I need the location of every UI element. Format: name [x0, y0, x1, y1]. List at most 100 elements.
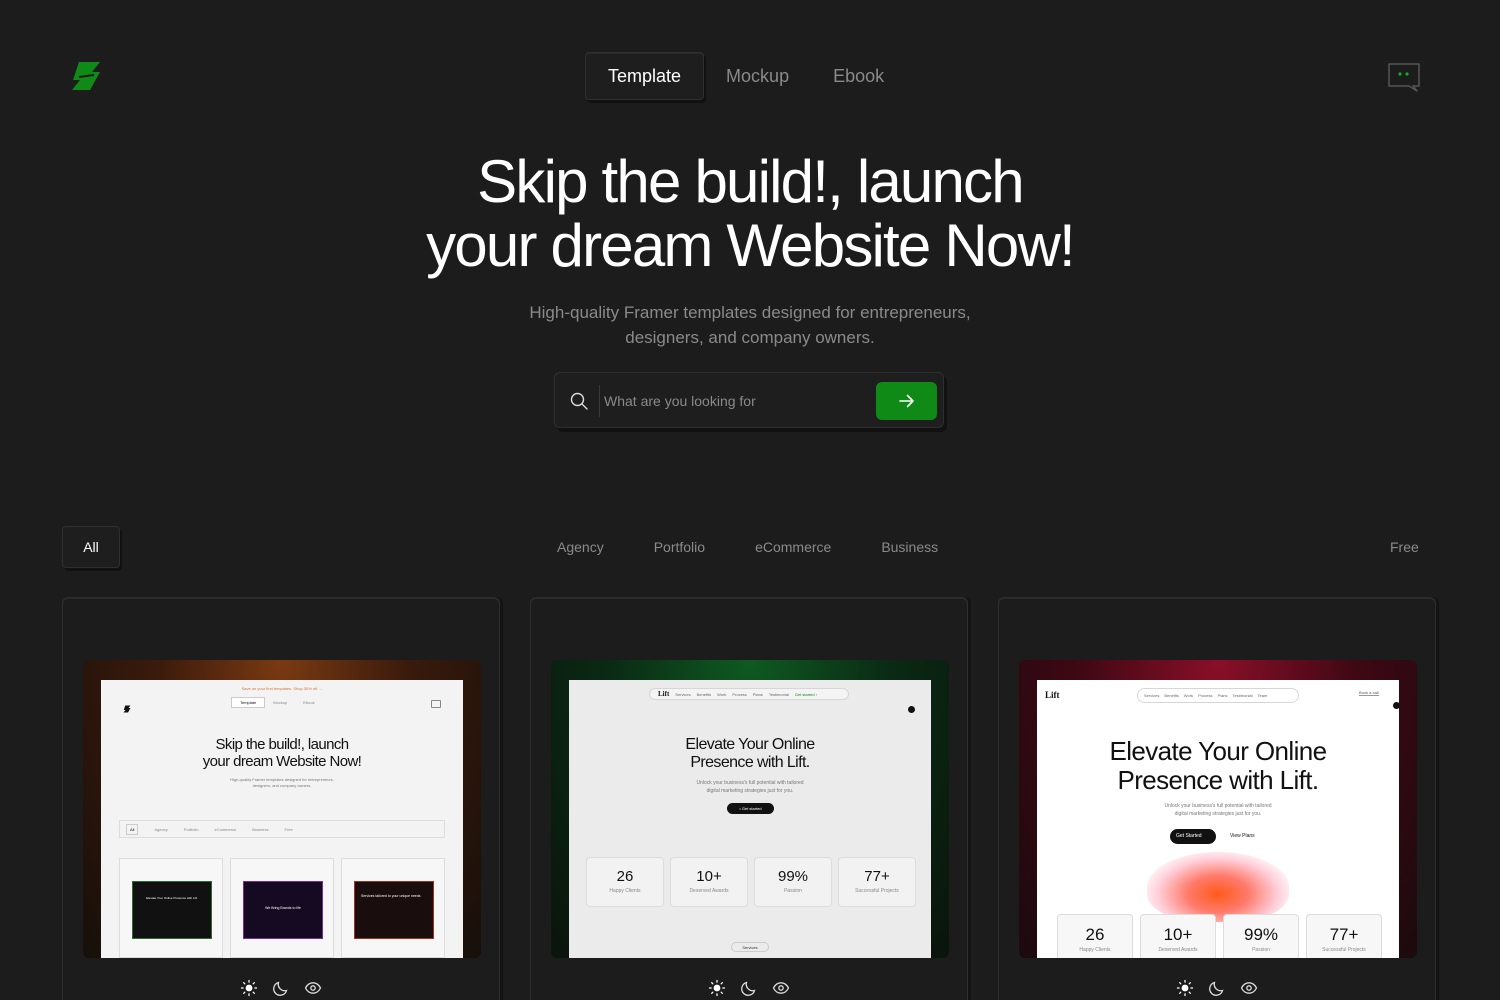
- category-free[interactable]: Free: [1390, 539, 1419, 555]
- preview-nav-cta: Get started ›: [794, 691, 818, 697]
- preview-stat: 77+ Successful Projects: [838, 857, 916, 907]
- preview-stat-label: Successful Projects: [1322, 947, 1366, 953]
- search-submit-button[interactable]: [876, 382, 937, 420]
- preview-stat: 26 Happy Clients: [1057, 914, 1133, 958]
- card-actions: [999, 979, 1435, 997]
- preview-stat-value: 26: [616, 868, 634, 885]
- moon-icon[interactable]: [272, 979, 290, 997]
- preview-stat-label: Passion: [1252, 947, 1270, 953]
- main-tabs: Template Mockup Ebook: [585, 52, 906, 100]
- tab-mockup[interactable]: Mockup: [704, 52, 811, 100]
- preview-screen: Lift Services Benefits Work Process Plan…: [569, 680, 931, 958]
- preview-secondary-button: View Plans: [1224, 829, 1270, 844]
- tab-ebook[interactable]: Ebook: [811, 52, 906, 100]
- preview-stat: 99% Passion: [1223, 914, 1299, 958]
- preview-tab: Ebook: [303, 700, 315, 705]
- preview-nav-item: Plans: [1217, 693, 1228, 698]
- category-all[interactable]: All: [62, 526, 120, 568]
- sun-icon[interactable]: [240, 979, 258, 997]
- preview-thumb-card: Elevate Your Online Presence with Lift.: [119, 858, 223, 958]
- preview-stat: 10+ Deserved Awards: [670, 857, 748, 907]
- preview-subtitle-line: High-quality Framer templates designed f…: [230, 777, 334, 782]
- hero-title-line2: your dream Website Now!: [426, 212, 1076, 279]
- preview-stat-label: Deserved Awards: [689, 888, 729, 894]
- chat-icon[interactable]: [1387, 62, 1421, 92]
- preview-stat-label: Happy Clients: [609, 888, 641, 894]
- preview-filter: All: [126, 823, 139, 835]
- preview-banner: Save on your first templates. Shop 30% o…: [241, 686, 323, 691]
- preview-thumb-card: We Bring Brands to life: [230, 858, 334, 958]
- moon-icon[interactable]: [740, 979, 758, 997]
- preview-filter: Free: [284, 826, 293, 832]
- tab-template[interactable]: Template: [585, 52, 705, 100]
- preview-stat-value: 99%: [1243, 925, 1279, 944]
- preview-title-line: Elevate Your Online: [1109, 736, 1328, 766]
- preview-subtitle-line: Unlock your business's full potential wi…: [696, 780, 804, 786]
- template-preview[interactable]: Lift Services Benefits Work Process Plan…: [551, 660, 949, 958]
- search-input[interactable]: [599, 385, 869, 417]
- preview-title: Elevate Your Online Presence with Lift.: [1037, 737, 1399, 795]
- preview-filter: Business: [252, 826, 269, 832]
- preview-screen: Save on your first templates. Shop 30% o…: [101, 680, 463, 958]
- preview-title-line: Skip the build!, launch: [215, 736, 350, 753]
- preview-nav: Services Benefits Work Process Plans Tes…: [1137, 688, 1299, 703]
- preview-screen: Lift Services Benefits Work Process Plan…: [1037, 680, 1399, 958]
- eye-icon[interactable]: [772, 979, 790, 997]
- preview-tab: Mockup: [273, 700, 288, 705]
- sun-icon[interactable]: [708, 979, 726, 997]
- preview-nav-item: Work: [1183, 693, 1194, 698]
- preview-title: Elevate Your Online Presence with Lift.: [569, 736, 931, 772]
- preview-tabs: Template Mockup Ebook: [231, 697, 323, 708]
- moon-icon[interactable]: [1208, 979, 1226, 997]
- hero-title-line1: Skip the build!, launch: [477, 148, 1024, 215]
- preview-stat-value: 99%: [777, 868, 809, 885]
- site-header: Template Mockup Ebook: [0, 0, 1500, 150]
- preview-tab: Template: [231, 697, 266, 708]
- brand-logo-icon[interactable]: [70, 60, 102, 92]
- preview-stat-label: Happy Clients: [1079, 947, 1111, 953]
- preview-subtitle-line: digital marketing strategies just for yo…: [1174, 811, 1262, 817]
- template-preview[interactable]: Lift Services Benefits Work Process Plan…: [1019, 660, 1417, 958]
- preview-footer-tag: Services: [731, 942, 769, 952]
- preview-nav-item: Services: [1144, 693, 1160, 698]
- preview-nav-item: Testimonial: [768, 691, 789, 697]
- template-preview[interactable]: Save on your first templates. Shop 30% o…: [83, 660, 481, 958]
- category-agency[interactable]: Agency: [557, 539, 604, 555]
- preview-stat: 10+ Deserved Awards: [1140, 914, 1216, 958]
- preview-nav-item: Benefits: [696, 691, 712, 697]
- preview-stat-value: 77+: [864, 868, 890, 885]
- preview-title-line: your dream Website Now!: [202, 753, 362, 770]
- preview-nav-item: Benefits: [1164, 693, 1179, 698]
- preview-stat: 77+ Successful Projects: [1306, 914, 1382, 958]
- preview-subtitle: Unlock your business's full potential wi…: [1037, 802, 1399, 818]
- preview-gradient-blob: [1147, 852, 1289, 922]
- card-actions: [531, 979, 967, 997]
- category-business[interactable]: Business: [881, 539, 938, 555]
- preview-dot: [908, 706, 915, 713]
- template-card[interactable]: Save on your first templates. Shop 30% o…: [62, 597, 500, 1000]
- preview-nav-cta: Book a call: [1359, 690, 1379, 696]
- preview-title-line: Presence with Lift.: [1117, 765, 1319, 795]
- preview-dot: [1393, 702, 1399, 709]
- category-portfolio[interactable]: Portfolio: [654, 539, 705, 555]
- sun-icon[interactable]: [1176, 979, 1194, 997]
- preview-stat-value: 77+: [1329, 925, 1359, 944]
- template-card[interactable]: Lift Services Benefits Work Process Plan…: [998, 597, 1436, 1000]
- eye-icon[interactable]: [1240, 979, 1258, 997]
- category-ecommerce[interactable]: eCommerce: [755, 539, 831, 555]
- preview-stat-label: Deserved Awards: [1158, 947, 1198, 953]
- preview-stat-value: 10+: [696, 868, 722, 885]
- hero-subtitle-line2: designers, and company owners.: [625, 328, 875, 347]
- preview-chat-icon: [431, 700, 441, 708]
- preview-title-line: Presence with Lift.: [690, 754, 810, 771]
- preview-nav-logo: Lift: [658, 690, 670, 698]
- preview-thumb: Elevate Your Online Presence with Lift.: [132, 881, 212, 939]
- search-icon: [570, 392, 588, 410]
- preview-nav-logo: Lift: [1045, 690, 1060, 700]
- template-card[interactable]: Lift Services Benefits Work Process Plan…: [530, 597, 968, 1000]
- preview-stat: 26 Happy Clients: [586, 857, 664, 907]
- category-list: Agency Portfolio eCommerce Business: [557, 539, 988, 555]
- eye-icon[interactable]: [304, 979, 322, 997]
- preview-thumb-card: Services tailored to your unique needs: [341, 858, 445, 958]
- preview-nav-item: Plans: [752, 691, 763, 697]
